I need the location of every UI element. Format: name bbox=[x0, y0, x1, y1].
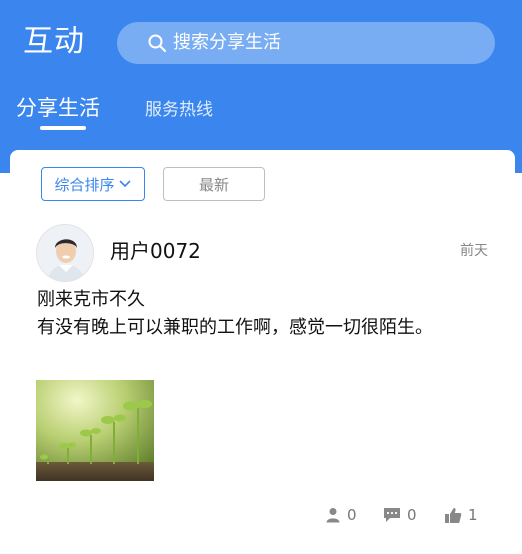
comments-count: 0 bbox=[407, 506, 417, 524]
post-time: 前天 bbox=[460, 243, 488, 259]
post-image[interactable] bbox=[36, 380, 154, 481]
newest-button[interactable]: 最新 bbox=[163, 167, 265, 201]
post-card: 综合排序 最新 用户0072 前天 刚来克市不久 有没有晚上可以兼职的工作啊，感… bbox=[10, 150, 515, 554]
post-stats: 0 0 1 bbox=[10, 506, 515, 530]
chevron-down-icon bbox=[118, 179, 132, 189]
comment-icon bbox=[383, 507, 401, 523]
search-bar[interactable]: 搜索分享生活 bbox=[117, 22, 495, 64]
likes-count: 1 bbox=[468, 506, 478, 524]
header: 互动 搜索分享生活 分享生活 服务热线 bbox=[0, 0, 522, 173]
page-title: 互动 bbox=[23, 24, 85, 59]
search-icon bbox=[147, 33, 167, 53]
active-tab-indicator bbox=[40, 126, 86, 130]
post-username[interactable]: 用户0072 bbox=[110, 238, 201, 264]
post-text-line1: 刚来克市不久 bbox=[37, 289, 145, 310]
views-count: 0 bbox=[347, 506, 357, 524]
tab-share-life[interactable]: 分享生活 bbox=[16, 94, 100, 122]
search-placeholder: 搜索分享生活 bbox=[173, 32, 281, 53]
user-icon bbox=[325, 507, 341, 523]
tab-service-hotline[interactable]: 服务热线 bbox=[145, 96, 213, 124]
thumbs-up-icon bbox=[444, 507, 462, 524]
post-text-line2: 有没有晚上可以兼职的工作啊，感觉一切很陌生。 bbox=[37, 317, 433, 338]
sort-label: 综合排序 bbox=[54, 175, 115, 194]
views-stat[interactable]: 0 bbox=[325, 506, 357, 524]
post-text[interactable]: 刚来克市不久 有没有晚上可以兼职的工作啊，感觉一切很陌生。 bbox=[37, 286, 507, 342]
comments-stat[interactable]: 0 bbox=[383, 506, 417, 524]
likes-stat[interactable]: 1 bbox=[444, 506, 478, 524]
sort-dropdown-button[interactable]: 综合排序 bbox=[41, 167, 145, 201]
avatar[interactable] bbox=[36, 224, 94, 282]
